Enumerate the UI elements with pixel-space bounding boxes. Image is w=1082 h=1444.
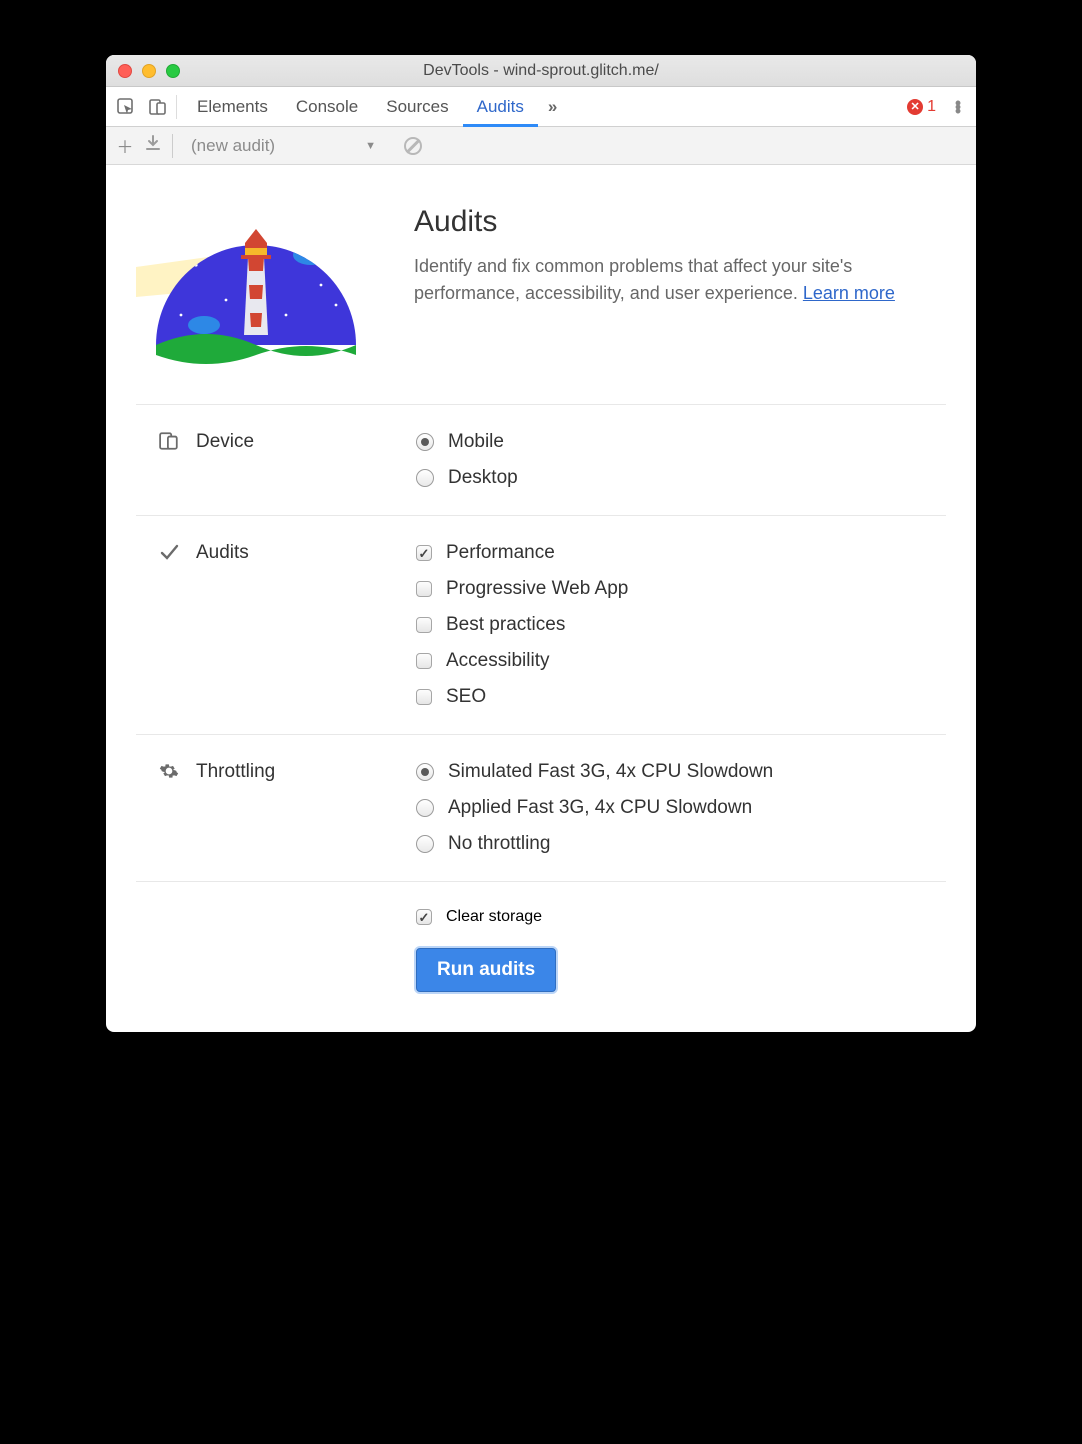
checkbox-icon [416,581,432,597]
audits-header-text: Audits Identify and fix common problems … [414,205,946,370]
traffic-lights [106,64,180,78]
tab-console[interactable]: Console [282,87,372,126]
checkbox-icon [416,545,432,561]
titlebar: DevTools - wind-sprout.glitch.me/ [106,55,976,87]
checkbox-icon [416,909,432,925]
throttling-section: Throttling Simulated Fast 3G, 4x CPU Slo… [136,735,946,882]
radio-icon [416,469,434,487]
tab-elements[interactable]: Elements [183,87,282,126]
window-title: DevTools - wind-sprout.glitch.me/ [106,62,976,80]
audits-section: Audits Performance Progressive Web App B… [136,516,946,735]
audits-header: Audits Identify and fix common problems … [136,205,946,405]
option-label: Accessibility [446,650,549,672]
radio-icon [416,835,434,853]
radio-icon [416,433,434,451]
error-icon: ✕ [907,99,923,115]
run-audits-button[interactable]: Run audits [416,948,556,992]
option-label: Progressive Web App [446,578,628,600]
tab-audits[interactable]: Audits [463,88,538,127]
option-label: Desktop [448,467,518,489]
maximize-window-button[interactable] [166,64,180,78]
audits-toolbar: ＋ (new audit) ▼ [106,127,976,165]
device-toggle-icon[interactable] [142,91,174,123]
option-label: No throttling [448,833,550,855]
divider [172,134,173,158]
audit-option-accessibility[interactable]: Accessibility [416,650,946,672]
download-audit-icon[interactable] [142,135,164,156]
devtools-tabstrip: Elements Console Sources Audits » ✕ 1 ••… [106,87,976,127]
audit-option-pwa[interactable]: Progressive Web App [416,578,946,600]
option-label: Applied Fast 3G, 4x CPU Slowdown [448,797,752,819]
error-count: 1 [927,98,936,116]
device-icon [158,431,180,451]
checkbox-icon [416,653,432,669]
radio-icon [416,799,434,817]
page-title: Audits [414,205,946,239]
device-label: Device [196,431,254,453]
checkbox-icon [416,689,432,705]
check-icon [158,542,180,562]
radio-icon [416,763,434,781]
throttling-option-simulated[interactable]: Simulated Fast 3G, 4x CPU Slowdown [416,761,946,783]
option-label: Simulated Fast 3G, 4x CPU Slowdown [448,761,773,783]
learn-more-link[interactable]: Learn more [803,283,895,303]
clear-storage-option[interactable]: Clear storage [416,908,542,926]
gear-icon [158,761,180,781]
device-option-desktop[interactable]: Desktop [416,467,946,489]
audit-select-dropdown[interactable]: (new audit) ▼ [185,136,382,156]
chevron-down-icon: ▼ [365,140,376,152]
throttling-label: Throttling [196,761,275,783]
device-option-mobile[interactable]: Mobile [416,431,946,453]
audits-label: Audits [196,542,249,564]
device-section: Device Mobile Desktop [136,405,946,516]
throttling-option-applied[interactable]: Applied Fast 3G, 4x CPU Slowdown [416,797,946,819]
option-label: SEO [446,686,486,708]
close-window-button[interactable] [118,64,132,78]
tab-sources[interactable]: Sources [372,87,462,126]
audits-panel: Audits Identify and fix common problems … [106,165,976,1032]
devtools-window: DevTools - wind-sprout.glitch.me/ Elemen… [106,55,976,1032]
checkbox-icon [416,617,432,633]
audit-option-best-practices[interactable]: Best practices [416,614,946,636]
audit-option-performance[interactable]: Performance [416,542,946,564]
error-count-badge[interactable]: ✕ 1 [907,98,944,116]
clear-icon[interactable] [404,137,422,155]
option-label: Mobile [448,431,504,453]
tabs-overflow-button[interactable]: » [538,97,567,117]
lighthouse-illustration [136,205,376,370]
throttling-option-none[interactable]: No throttling [416,833,946,855]
option-label: Clear storage [446,908,542,926]
minimize-window-button[interactable] [142,64,156,78]
inspect-element-icon[interactable] [110,91,142,123]
divider [176,95,177,119]
devtools-menu-button[interactable]: ••• [944,101,972,113]
option-label: Performance [446,542,555,564]
new-audit-icon[interactable]: ＋ [114,133,136,158]
run-section: Clear storage Run audits [136,882,946,992]
audits-description: Identify and fix common problems that af… [414,253,946,307]
audit-option-seo[interactable]: SEO [416,686,946,708]
audit-select-label: (new audit) [191,136,275,156]
option-label: Best practices [446,614,565,636]
